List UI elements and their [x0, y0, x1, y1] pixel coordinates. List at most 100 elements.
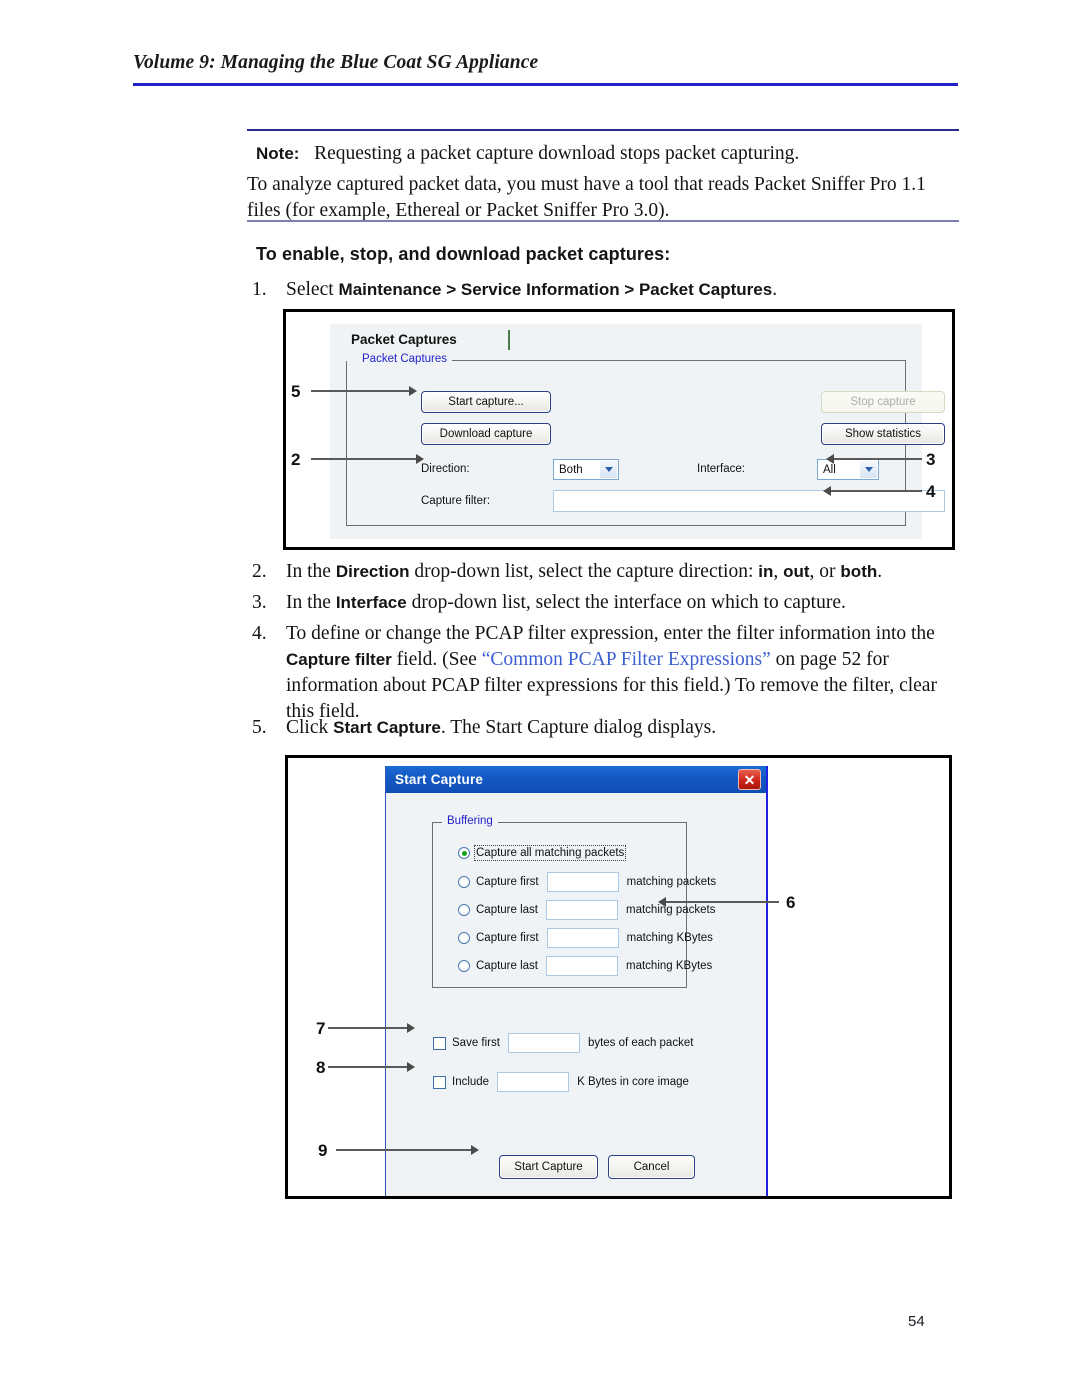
step-3-number: 3.	[252, 592, 267, 613]
step-2-mid2: ,	[773, 561, 784, 582]
step-5-text: Click Start Capture. The Start Capture d…	[286, 715, 716, 741]
callout-9: 9	[318, 1141, 328, 1160]
direction-value: Both	[559, 463, 583, 476]
chevron-down-icon[interactable]	[600, 461, 617, 478]
step-2-number: 2.	[252, 561, 267, 582]
callout-8-arrow	[407, 1062, 415, 1072]
radio-row-capture-first-kbytes[interactable]: Capture first matching KBytes	[458, 928, 713, 948]
capture-filter-input[interactable]	[553, 490, 945, 512]
checkbox-row-save-first[interactable]: Save first bytes of each packet	[433, 1032, 693, 1054]
radio-icon[interactable]	[458, 876, 470, 888]
step-2-mid: drop-down list, select the capture direc…	[409, 561, 759, 582]
direction-dropdown[interactable]: Both	[553, 459, 619, 480]
callout-6: 6	[786, 893, 796, 912]
cross-reference-link[interactable]: “Common PCAP Filter Expressions”	[482, 649, 771, 670]
radio-row-capture-all[interactable]: Capture all matching packets	[458, 843, 627, 863]
radio-row-capture-first-packets[interactable]: Capture first matching packets	[458, 872, 716, 892]
radio-label: Capture last	[476, 904, 539, 916]
header-rule	[133, 83, 958, 86]
radio-input[interactable]	[546, 956, 619, 976]
note-top-rule	[247, 129, 959, 131]
interface-value: All	[823, 463, 836, 476]
start-capture-dialog: Start Capture ✕ Buffering Capture all ma…	[385, 766, 768, 1196]
callout-9-arrow	[471, 1145, 479, 1155]
checkbox-icon[interactable]	[433, 1075, 446, 1089]
tab-separator	[508, 330, 510, 350]
callout-9-leader	[336, 1149, 471, 1151]
step-2-bold-direction: Direction	[335, 562, 410, 581]
radio-input[interactable]	[546, 900, 619, 920]
checkbox-label: Include	[452, 1076, 490, 1088]
callout-3-arrow	[826, 454, 834, 464]
step-2-mid3: , or	[809, 561, 841, 582]
checkbox-icon[interactable]	[433, 1036, 446, 1050]
step-5-post: . The Start Capture dialog displays.	[440, 717, 717, 738]
callout-4-leader	[831, 490, 922, 492]
radio-row-capture-last-packets[interactable]: Capture last matching packets	[458, 900, 716, 920]
note-text: Requesting a packet capture download sto…	[314, 143, 800, 164]
callout-8: 8	[316, 1058, 326, 1077]
packet-captures-panel: Packet Captures Packet Captures Start ca…	[330, 324, 945, 539]
buffering-legend-label: Buffering	[442, 815, 498, 827]
checkbox-row-include[interactable]: Include K Bytes in core image	[433, 1071, 689, 1093]
show-statistics-button[interactable]: Show statistics	[821, 423, 945, 445]
callout-2-arrow	[416, 454, 424, 464]
chevron-down-icon[interactable]	[860, 461, 877, 478]
callout-3: 3	[926, 450, 936, 469]
document-page: Volume 9: Managing the Blue Coat SG Appl…	[0, 0, 1080, 1397]
dialog-cancel-button[interactable]: Cancel	[608, 1155, 695, 1179]
close-icon[interactable]: ✕	[738, 769, 761, 790]
radio-icon[interactable]	[458, 904, 470, 916]
note-label: Note:	[256, 144, 300, 163]
step-5-bold-start-capture: Start Capture	[333, 718, 441, 737]
dialog-title: Start Capture	[395, 772, 484, 787]
tab-packet-captures[interactable]: Packet Captures	[351, 332, 457, 347]
include-input[interactable]	[497, 1072, 570, 1092]
radio-tail-label: matching packets	[626, 876, 717, 888]
step-2-pre: In the	[286, 561, 336, 582]
step-3-pre: In the	[286, 592, 336, 613]
radio-input[interactable]	[546, 872, 619, 892]
callout-7-leader	[328, 1027, 407, 1029]
step-1: 1. Select Maintenance > Service Informat…	[252, 277, 952, 303]
callout-2-leader	[311, 458, 416, 460]
dialog-start-capture-button[interactable]: Start Capture	[499, 1155, 598, 1179]
step-3-bold-interface: Interface	[335, 593, 407, 612]
radio-input[interactable]	[546, 928, 619, 948]
step-1-number: 1.	[252, 279, 267, 300]
step-1-post: .	[772, 279, 778, 300]
callout-5: 5	[291, 382, 301, 401]
radio-row-capture-last-kbytes[interactable]: Capture last matching KBytes	[458, 956, 712, 976]
step-2-text: In the Direction drop-down list, select …	[286, 559, 882, 585]
step-5-pre: Click	[286, 717, 334, 738]
step-4-line1: To define or change the PCAP filter expr…	[286, 623, 935, 644]
running-header-title: Volume 9: Managing the Blue Coat SG Appl…	[133, 52, 539, 73]
radio-icon-selected[interactable]	[458, 847, 470, 859]
save-first-input[interactable]	[507, 1033, 580, 1053]
step-2-bold-both: both	[840, 562, 878, 581]
step-4-line3: information about PCAP filter expression…	[286, 675, 937, 696]
step-4: 4. To define or change the PCAP filter e…	[252, 621, 958, 725]
interface-label: Interface:	[697, 463, 745, 475]
callout-3-leader	[834, 458, 922, 460]
step-4-mid2: on page 52 for	[770, 649, 889, 670]
note-line: Note: Requesting a packet capture downlo…	[256, 140, 956, 167]
radio-icon[interactable]	[458, 932, 470, 944]
step-1-text: Select Maintenance > Service Information…	[286, 277, 777, 303]
step-2-bold-in: in	[758, 562, 774, 581]
radio-icon[interactable]	[458, 960, 470, 972]
figure-packet-captures: Packet Captures Packet Captures Start ca…	[283, 309, 955, 550]
callout-6-arrow	[658, 897, 666, 907]
step-3-text: In the Interface drop-down list, select …	[286, 590, 846, 616]
start-capture-button[interactable]: Start capture...	[421, 391, 551, 413]
step-2: 2. In the Direction drop-down list, sele…	[252, 559, 958, 585]
checkbox-tail-label: bytes of each packet	[587, 1037, 694, 1049]
step-1-pre: Select	[286, 279, 339, 300]
step-3-post: drop-down list, select the interface on …	[406, 592, 846, 613]
radio-tail-label: matching KBytes	[626, 932, 713, 944]
download-capture-button[interactable]: Download capture	[421, 423, 551, 445]
stop-capture-button: Stop capture	[821, 391, 945, 413]
groupbox-legend-label: Packet Captures	[357, 353, 453, 365]
direction-label: Direction:	[421, 463, 470, 475]
note-bottom-rule	[247, 220, 959, 222]
